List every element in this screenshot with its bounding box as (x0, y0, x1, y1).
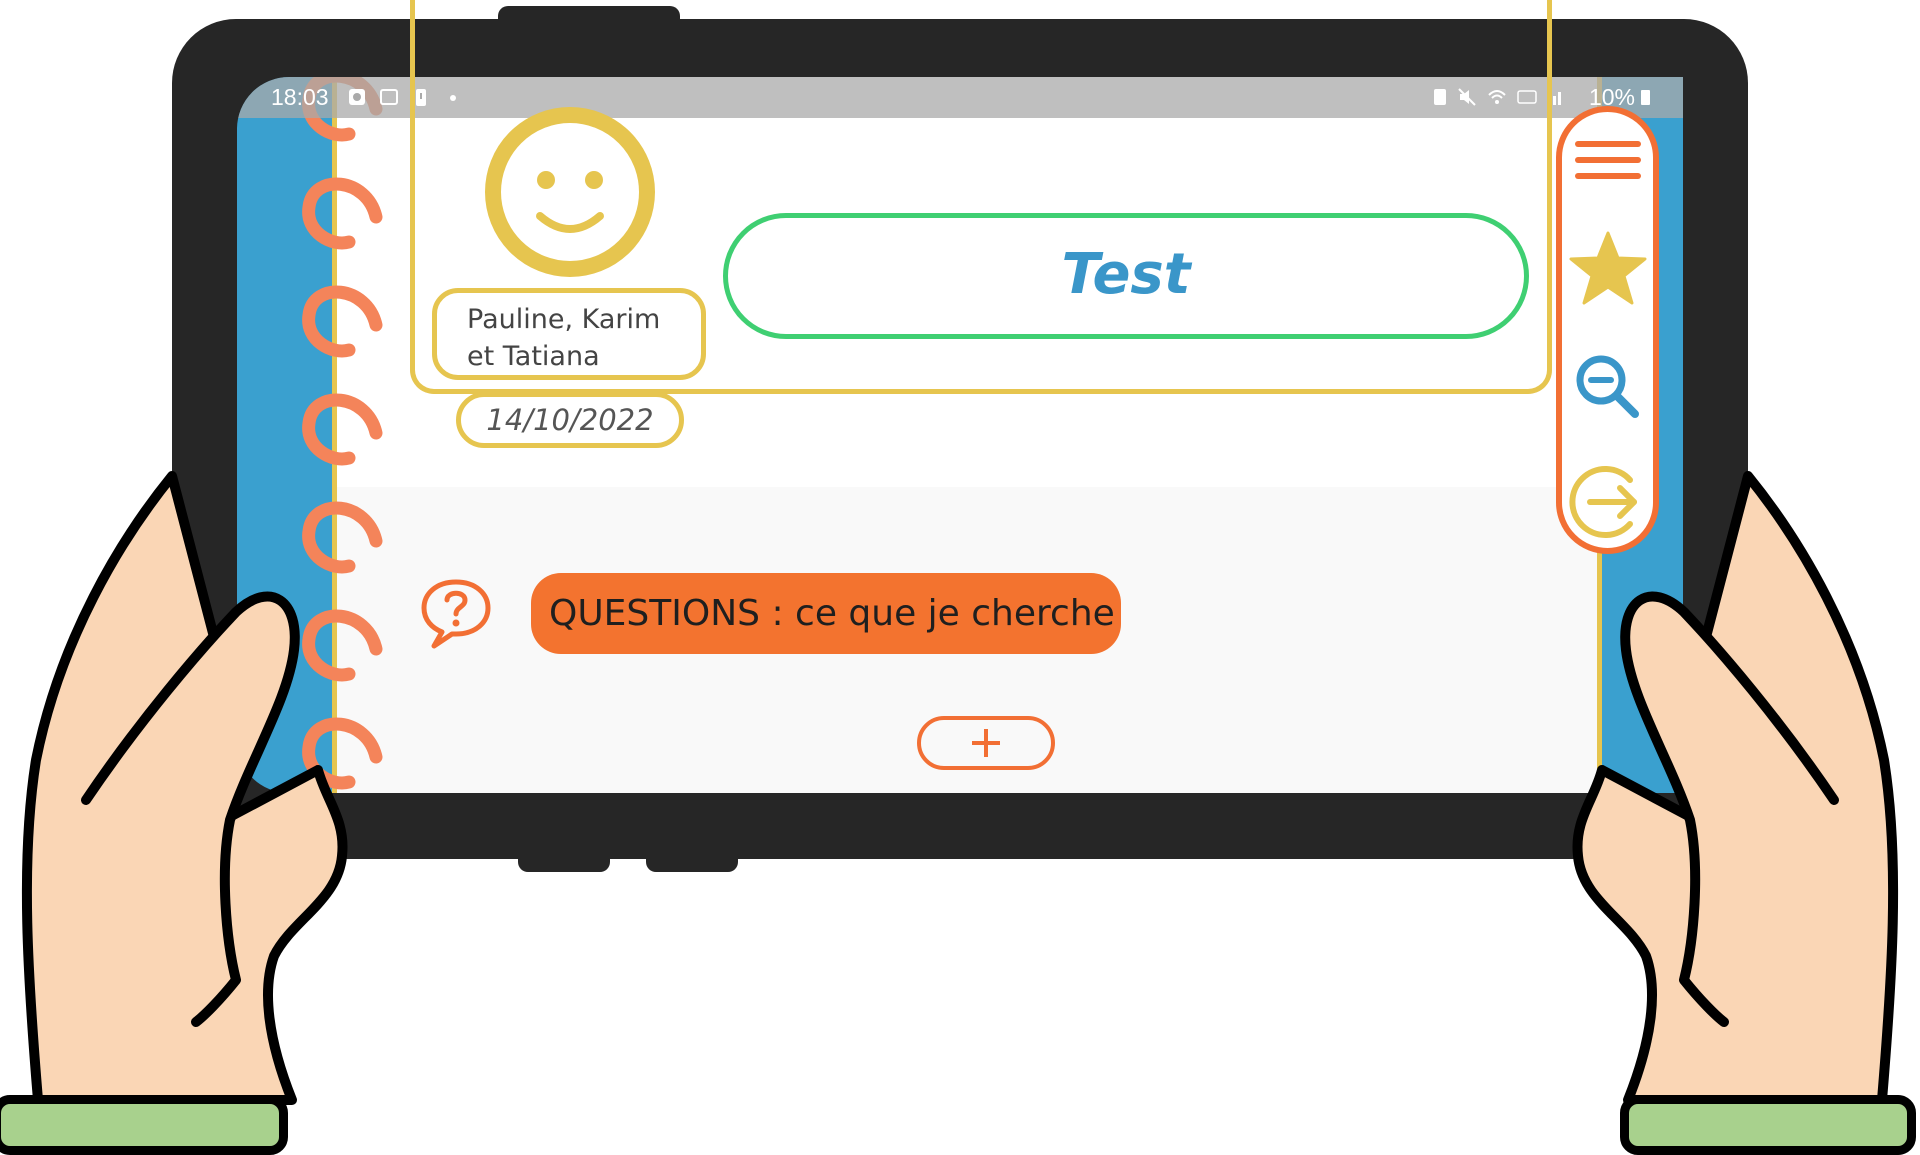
holding-hands-illustration (21, 471, 1899, 1105)
right-sleeve (1620, 1095, 1916, 1155)
left-sleeve (0, 1095, 288, 1155)
